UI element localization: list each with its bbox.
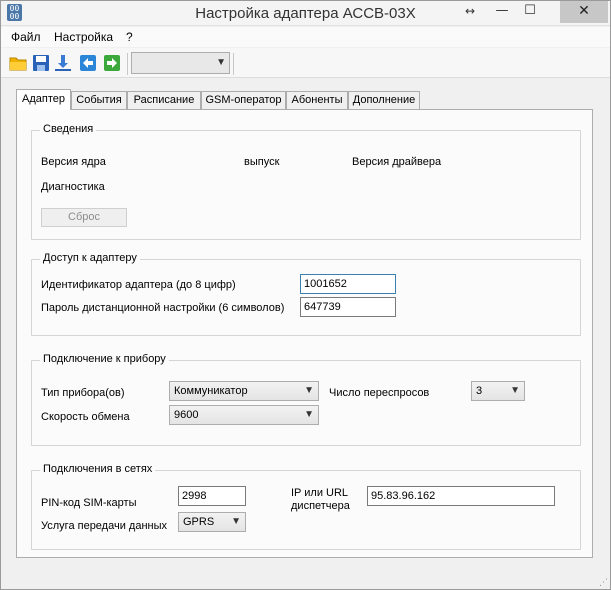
forward-arrow-icon[interactable] xyxy=(103,54,121,72)
retries-select[interactable]: 3 ▼ xyxy=(471,381,525,401)
tab-events[interactable]: События xyxy=(71,91,127,109)
adapter-id-field[interactable]: 1001652 xyxy=(300,274,396,294)
retries-label: Число переспросов xyxy=(329,387,430,399)
menu-settings[interactable]: Настройка xyxy=(54,30,113,44)
tab-gsm-operator[interactable]: GSM-оператор xyxy=(201,91,286,109)
tab-adapter[interactable]: Адаптер xyxy=(16,89,71,110)
service-select[interactable]: GPRS ▼ xyxy=(178,512,246,532)
speed-label: Скорость обмена xyxy=(41,411,130,423)
service-value: GPRS xyxy=(183,516,215,528)
group-info: Сведения Версия ядра выпуск Версия драйв… xyxy=(31,123,581,240)
save-icon[interactable] xyxy=(32,54,50,72)
pin-field[interactable]: 2998 xyxy=(178,486,246,506)
speed-select[interactable]: 9600 ▼ xyxy=(169,405,319,425)
reset-button[interactable]: Сброс xyxy=(41,208,127,227)
back-arrow-icon[interactable] xyxy=(79,54,97,72)
device-type-value: Коммуникатор xyxy=(174,385,248,397)
tab-schedule[interactable]: Расписание xyxy=(127,91,201,109)
tab-panel-adapter: Сведения Версия ядра выпуск Версия драйв… xyxy=(16,109,593,558)
open-folder-icon[interactable] xyxy=(9,54,27,72)
password-field[interactable]: 647739 xyxy=(300,297,396,317)
adapter-id-label: Идентификатор адаптера (до 8 цифр) xyxy=(41,279,236,291)
chevron-down-icon: ▼ xyxy=(231,516,241,527)
chevron-down-icon: ▼ xyxy=(216,57,226,68)
toolbar-combo[interactable]: ▼ xyxy=(131,52,230,74)
toolbar: ▼ xyxy=(1,48,610,78)
device-type-label: Тип прибора(ов) xyxy=(41,387,125,399)
device-type-select[interactable]: Коммуникатор ▼ xyxy=(169,381,319,401)
group-network-title: Подключения в сетях xyxy=(40,463,156,475)
diagnostics-label: Диагностика xyxy=(41,181,105,193)
menu-help[interactable]: ? xyxy=(126,30,133,44)
resize-grip-icon[interactable]: ⋰ xyxy=(599,577,608,588)
ip-field[interactable]: 95.83.96.162 xyxy=(367,486,555,506)
group-network: Подключения в сетях PIN-код SIM-карты 29… xyxy=(31,463,581,550)
ip-label-line2: диспетчера xyxy=(291,500,350,512)
menu-file[interactable]: Файл xyxy=(11,30,41,44)
group-access-title: Доступ к адаптеру xyxy=(40,252,140,264)
core-version-label: Версия ядра xyxy=(41,156,106,168)
toolbar-separator xyxy=(233,53,234,75)
toolbar-separator xyxy=(127,53,128,75)
chevron-down-icon: ▼ xyxy=(304,385,314,396)
group-access: Доступ к адаптеру Идентификатор адаптера… xyxy=(31,252,581,336)
group-device: Подключение к прибору Тип прибора(ов) Ко… xyxy=(31,353,581,446)
ip-label-line1: IP или URL xyxy=(291,487,349,499)
group-device-title: Подключение к прибору xyxy=(40,353,169,365)
status-bar: ⋰ xyxy=(1,575,610,589)
service-label: Услуга передачи данных xyxy=(41,520,168,532)
close-button[interactable]: ✕ xyxy=(560,1,608,23)
password-label: Пароль дистанционной настройки (6 символ… xyxy=(41,302,285,314)
retries-value: 3 xyxy=(476,385,483,397)
speed-value: 9600 xyxy=(174,409,199,421)
menu-bar: Файл Настройка ? xyxy=(1,27,610,47)
chevron-down-icon: ▼ xyxy=(510,385,520,396)
group-info-title: Сведения xyxy=(40,123,97,135)
main-window: 00 00 Настройка адаптера АССВ-03Х ↔ — ☐ ✕… xyxy=(0,0,611,590)
release-label: выпуск xyxy=(244,156,280,168)
minimize-button[interactable]: — xyxy=(488,1,516,23)
tab-subscribers[interactable]: Абоненты xyxy=(286,91,348,109)
title-bar[interactable]: 00 00 Настройка адаптера АССВ-03Х ↔ — ☐ ✕ xyxy=(1,1,610,26)
driver-version-label: Версия драйвера xyxy=(352,156,442,168)
maximize-button[interactable]: ☐ xyxy=(516,1,544,23)
pin-label: PIN-код SIM-карты xyxy=(41,497,137,509)
chevron-down-icon: ▼ xyxy=(304,409,314,420)
download-icon[interactable] xyxy=(54,54,72,72)
tab-additional[interactable]: Дополнение xyxy=(348,91,420,109)
resize-icon[interactable]: ↔ xyxy=(456,1,484,23)
